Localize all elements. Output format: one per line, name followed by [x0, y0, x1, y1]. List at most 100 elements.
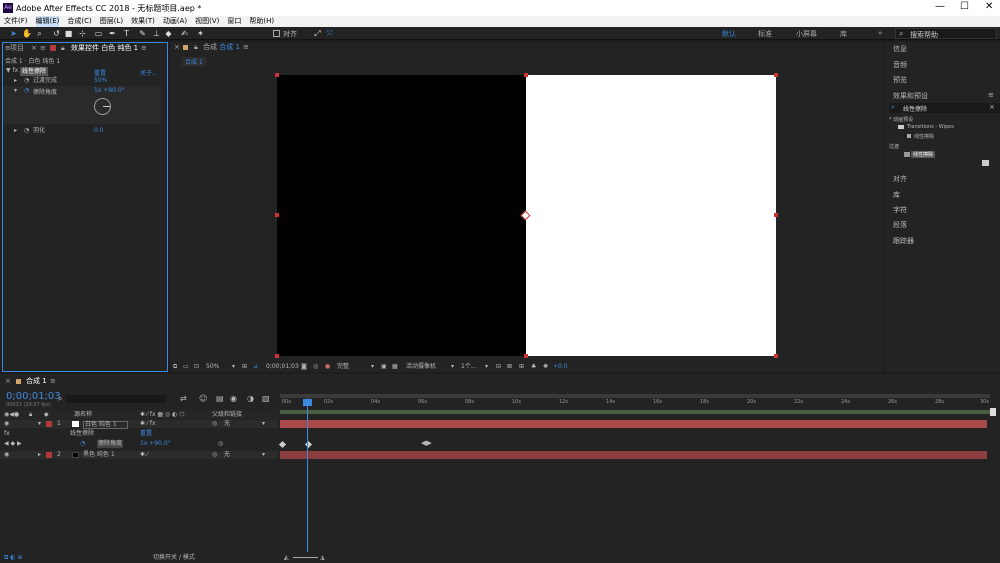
expand-arrow-icon[interactable]: ▾	[38, 420, 41, 428]
column-parent[interactable]: 父级和链接	[212, 410, 242, 419]
3d-icon[interactable]: ⊡	[194, 362, 199, 372]
tree-folder-presets[interactable]: * 动画预设	[889, 116, 913, 123]
close-icon[interactable]: ✕	[985, 1, 993, 12]
camera-tool-icon[interactable]: ■	[64, 29, 73, 38]
clear-icon[interactable]: ×	[989, 103, 995, 111]
menu-edit[interactable]: 编辑(E)	[35, 16, 60, 27]
time-ruler[interactable]: 00s 02s 04s 06s 08s 10s 12s 14s 16s 18s …	[280, 398, 990, 410]
workspace-standard[interactable]: 标准	[758, 29, 772, 39]
color-icon[interactable]: ◎	[313, 362, 318, 372]
character-panel-item[interactable]: 字符	[893, 205, 907, 215]
layer-handle-icon[interactable]	[524, 354, 528, 358]
workspace-default[interactable]: 默认	[722, 29, 736, 39]
tree-category[interactable]: 过渡	[889, 143, 899, 150]
zoom-in-icon[interactable]: ◮	[320, 552, 325, 563]
tab-project[interactable]: 项目	[10, 43, 24, 53]
work-area-bar[interactable]	[280, 410, 990, 414]
paragraph-panel-item[interactable]: 段落	[893, 220, 907, 230]
stopwatch-icon[interactable]: ◔	[24, 87, 29, 94]
layer-bar[interactable]	[280, 420, 987, 428]
brush-tool-icon[interactable]: ✎	[138, 29, 147, 38]
workspace-menu-icon[interactable]: »	[878, 29, 882, 37]
library-panel-item[interactable]: 库	[893, 190, 900, 200]
graph-icon[interactable]: ▧	[262, 394, 270, 403]
grid-icon[interactable]: ⊞	[242, 362, 247, 372]
parent-link-icon[interactable]: ◎	[212, 420, 217, 428]
keyframe-nav-icon[interactable]: ◀ ◆ ▶	[4, 440, 22, 448]
align-panel-item[interactable]: 对齐	[893, 174, 907, 184]
panel-menu-icon[interactable]: ≡	[141, 43, 147, 53]
camera-icon[interactable]: ◙	[301, 362, 307, 372]
chevron-down-icon[interactable]: ▾	[371, 362, 374, 372]
layer-handle-icon[interactable]	[774, 213, 778, 217]
work-area-end-icon[interactable]	[990, 408, 996, 416]
effect-about-link[interactable]: 关于...	[140, 68, 158, 77]
layer-handle-icon[interactable]	[524, 73, 528, 77]
effects-presets-panel-item[interactable]: 效果和预设	[893, 91, 928, 101]
comp-subtab[interactable]: 合成 1	[182, 57, 206, 66]
info-panel-item[interactable]: 信息	[893, 44, 907, 54]
zoom-slider[interactable]	[293, 557, 318, 558]
zoom-out-icon[interactable]: ◭	[284, 552, 289, 563]
layer-name[interactable]: 白色 纯色 1	[83, 421, 128, 429]
layer-handle-icon[interactable]	[275, 354, 279, 358]
effect-name[interactable]: 线性擦除	[20, 67, 49, 76]
tab-effect-controls[interactable]: 效果控件 白色 纯色 1	[71, 43, 138, 53]
type-tool-icon[interactable]: T	[122, 29, 131, 38]
expand-arrow-icon[interactable]: ▸	[38, 451, 41, 459]
timeline-timecode[interactable]: 0;00;01;03	[6, 391, 61, 402]
column-source-name[interactable]: 源名称	[74, 410, 92, 419]
chevron-down-icon[interactable]: ▾	[262, 451, 265, 459]
exposure-icon[interactable]: ✺	[543, 362, 548, 372]
eye-icon[interactable]: ◉	[4, 451, 9, 459]
close-icon[interactable]: ×	[31, 43, 37, 53]
timeline-search-icon[interactable]: ⌕	[58, 394, 62, 404]
menu-layer[interactable]: 图层(L)	[100, 16, 123, 27]
parent-link-icon[interactable]: ◎	[212, 451, 217, 459]
effects-search-box[interactable]: ⌕ 线性擦除 ×	[889, 103, 1000, 113]
layer-handle-icon[interactable]	[774, 354, 778, 358]
effect-row-name[interactable]: 线性擦除	[70, 430, 94, 438]
camera-select[interactable]: 活动摄像机	[406, 362, 436, 372]
menu-composition[interactable]: 合成(C)	[67, 16, 91, 27]
zoom-value[interactable]: 50%	[206, 362, 219, 372]
stopwatch-icon[interactable]: ◔	[80, 440, 85, 448]
switches-icon[interactable]: ✱ ⁄ fx	[140, 420, 156, 428]
mask-icon[interactable]: ⊿	[253, 362, 258, 372]
align-checkbox[interactable]	[273, 30, 280, 37]
preview-panel-item[interactable]: 预览	[893, 75, 907, 85]
rotate-tool-icon[interactable]: ↺	[52, 29, 61, 38]
expand-arrow-icon[interactable]: ▸	[14, 127, 17, 135]
draft-3d-icon[interactable]: ⇄	[180, 394, 187, 403]
lock-icon[interactable]: 🔒︎	[194, 42, 198, 52]
panel-menu-icon[interactable]: ≡	[988, 91, 994, 99]
layer-name[interactable]: 黑色 纯色 1	[83, 451, 115, 459]
layer-handle-icon[interactable]	[275, 73, 279, 77]
tree-preset-item[interactable]: 线性擦除	[914, 133, 934, 140]
panel-menu-icon[interactable]: ×	[174, 42, 180, 52]
selection-tool-icon[interactable]: ➤	[9, 29, 18, 38]
snapshot-icon[interactable]: ⊠	[507, 362, 512, 372]
property-value[interactable]: 0.0	[94, 127, 104, 135]
region-icon[interactable]: ▣	[381, 362, 387, 372]
effect-reset-link[interactable]: 重置	[94, 68, 106, 77]
rectangle-tool-icon[interactable]: ▭	[94, 29, 103, 38]
roto-brush-tool-icon[interactable]: ✍	[180, 29, 189, 38]
channel-icon[interactable]: ●	[325, 362, 330, 372]
close-icon[interactable]: ×	[5, 376, 11, 386]
nodes-icon[interactable]: ♣	[531, 362, 536, 372]
frame-blend-icon[interactable]: ▤	[216, 394, 224, 403]
parent-select[interactable]: 无	[224, 420, 230, 428]
property-row[interactable]: ◀ ◆ ▶ ◔ 擦除角度 1x +90.0° ◎	[0, 440, 278, 448]
chevron-down-icon[interactable]: ▾	[451, 362, 454, 372]
effect-row-reset[interactable]: 重置	[140, 430, 152, 438]
comp-flowchart-icon[interactable]: ⧉ ◐ ⊕	[4, 552, 22, 563]
menu-file[interactable]: 文件(F)	[4, 16, 28, 27]
chevron-down-icon[interactable]: ▾	[262, 420, 265, 428]
transparency-icon[interactable]: ▦	[392, 362, 398, 372]
current-time[interactable]: 0;00;01;03	[266, 362, 299, 372]
puppet-tool-icon[interactable]: ✶	[196, 29, 205, 38]
eraser-tool-icon[interactable]: ◆	[164, 29, 173, 38]
switches-icon[interactable]: ✱ ⁄	[140, 451, 148, 459]
always-preview-icon[interactable]: ⧉	[173, 362, 177, 372]
